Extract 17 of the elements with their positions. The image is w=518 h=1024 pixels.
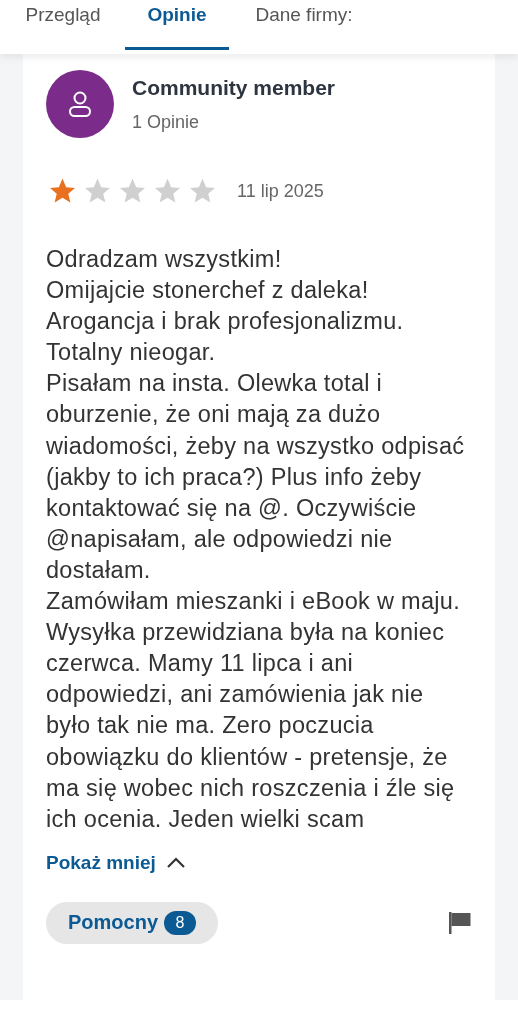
show-less-link[interactable]: Pokaż mniej <box>46 851 186 874</box>
review-text: Totalny nieogar. <box>46 338 217 368</box>
helpful-count: 8 <box>164 910 197 935</box>
review-text: Zamówiłam mieszanki i eBook w maju. Wysyłka przewidziana była na koniec czerwca. Mamy 11 lipca i ani odpowiedzi, ani zamówienia jak nie było tak nie ma. Zero poczucia obowiązku do klientów - pretensje, że ma się wobec nich roszczenia i źle się ich ocenia. Jeden wielki scam <box>46 587 462 834</box>
review-text: Arogancja i brak profesjonalizmu. <box>46 307 405 337</box>
review-text: Odradzam wszystkim! <box>46 245 283 274</box>
tab[interactable]: Opinie <box>125 0 229 50</box>
tab[interactable]: Przegląd <box>23 0 103 50</box>
flag-icon[interactable] <box>448 911 472 934</box>
review-text: Pisałam na insta. Olewka total i oburzenie, że oni mają za dużo wiadomości, żeby na wszystko odpisać (jakby to ich praca?) Plus info żeby kontaktować się na @. Oczywiście @napisałam, ale odpowiedzi nie dostałam. <box>46 369 466 585</box>
chevron-up-icon <box>165 856 186 869</box>
helpful-button[interactable]: Pomocny 8 <box>46 901 219 944</box>
review-count: 1 Opinie <box>132 112 201 133</box>
author-name: Community member <box>132 76 336 100</box>
review-date: 11 lip 2025 <box>237 180 324 202</box>
review-text: Omijajcie stonerchef z daleka! <box>46 276 370 306</box>
tab[interactable]: Dane firmy: <box>249 0 359 50</box>
